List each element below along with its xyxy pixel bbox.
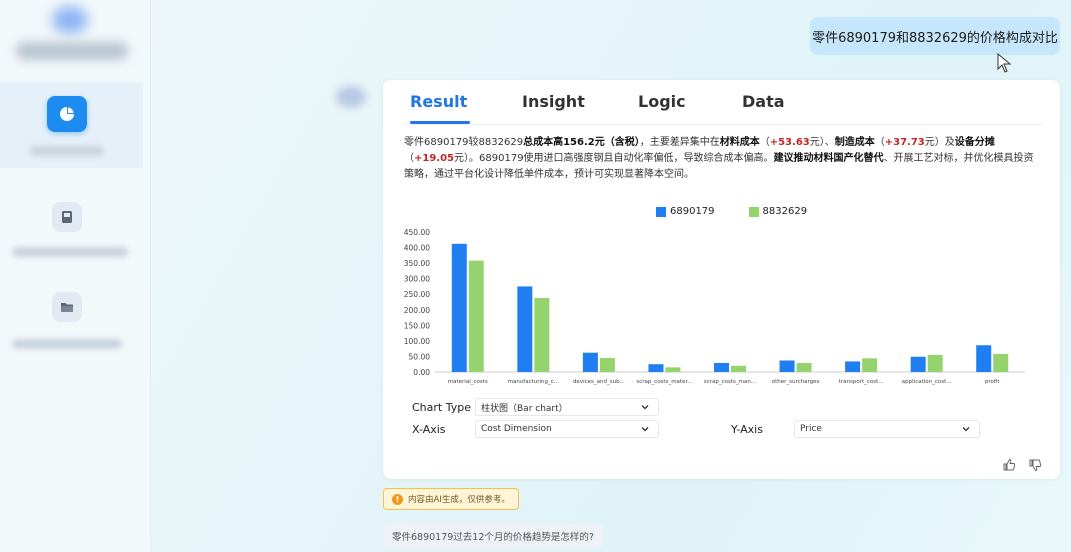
warning-icon: !	[392, 493, 403, 505]
app-logo	[52, 6, 88, 34]
ai-disclaimer-badge: ! 内容由AI生成，仅供参考。	[383, 488, 519, 510]
bar-8832629-4[interactable]	[731, 365, 746, 372]
bar-8832629-1[interactable]	[534, 297, 550, 372]
tab-data[interactable]: Data	[742, 92, 785, 111]
bar-6890179-0[interactable]	[451, 243, 467, 372]
x-tick-label: manufacturing_c...	[508, 379, 560, 385]
bar-8832629-5[interactable]	[796, 362, 812, 372]
y-tick-label: 150.00	[404, 321, 430, 330]
bar-8832629-3[interactable]	[665, 367, 681, 372]
bar-6890179-5[interactable]	[779, 360, 795, 372]
chart-type-value: 柱状图（Bar chart）	[481, 403, 568, 414]
x-tick-label: transport_cost...	[839, 379, 884, 385]
x-tick-label: other_surcharges	[772, 379, 820, 385]
sidebar-label-blurred	[12, 339, 122, 349]
x-axis-label: X-Axis	[412, 423, 446, 436]
mouse-cursor-icon	[997, 53, 1012, 73]
chart-type-label: Chart Type	[412, 401, 471, 414]
x-tick-label: material_costs	[448, 379, 488, 385]
sidebar-item-knowledge[interactable]	[52, 202, 82, 232]
sidebar-label-blurred	[30, 146, 104, 156]
bar-chart: 6890179 8832629 0.00 50.00 100.00 150.00 200…	[383, 198, 1060, 388]
tab-insight[interactable]: Insight	[522, 92, 585, 111]
book-icon	[62, 211, 72, 223]
x-tick-label: scrap_costs_mater...	[636, 379, 692, 385]
bar-8832629-8[interactable]	[993, 353, 1009, 372]
bar-8832629-6[interactable]	[862, 358, 878, 372]
thumbs-up-icon[interactable]	[1002, 458, 1016, 472]
bar-6890179-4[interactable]	[714, 362, 729, 372]
sidebar-item-files[interactable]	[52, 292, 82, 322]
y-tick-label: 50.00	[409, 352, 431, 361]
tab-logic[interactable]: Logic	[638, 92, 686, 111]
y-tick-label: 450.00	[404, 228, 430, 237]
y-tick-label: 400.00	[404, 244, 430, 253]
x-tick-label: scrap_costs_man...	[704, 379, 756, 385]
y-tick-label: 100.00	[404, 337, 430, 346]
chart-plot: 0.00 50.00 100.00 150.00 200.00 250.00 300.00 3…	[404, 228, 1025, 385]
chart-type-select[interactable]: 柱状图（Bar chart）	[475, 398, 659, 416]
result-summary: 零件6890179较8832629总成本高156.2元（含税），主要差异集中在材…	[404, 137, 1034, 180]
bar-6890179-1[interactable]	[517, 286, 533, 372]
bar-6890179-8[interactable]	[976, 345, 992, 372]
result-card: Result Insight Logic Data 零件6890179较8832…	[383, 80, 1060, 479]
pie-chart-icon[interactable]	[47, 96, 87, 132]
y-tick-label: 350.00	[404, 259, 430, 268]
bar-6890179-2[interactable]	[582, 352, 598, 372]
chevron-down-icon	[641, 427, 649, 432]
y-tick-label: 0.00	[413, 368, 430, 377]
x-axis-select[interactable]: Cost Dimension	[475, 420, 659, 438]
tab-divider	[403, 124, 1043, 125]
bar-6890179-3[interactable]	[648, 364, 664, 372]
x-tick-label: application_cost...	[902, 379, 952, 385]
app-name-blurred	[16, 42, 128, 60]
tab-result[interactable]: Result	[410, 92, 470, 124]
folder-icon	[61, 303, 73, 312]
y-tick-label: 300.00	[404, 275, 430, 284]
y-tick-label: 200.00	[404, 306, 430, 315]
chevron-down-icon	[962, 427, 970, 432]
ai-disclaimer-text: 内容由AI生成，仅供参考。	[408, 495, 510, 505]
sidebar	[0, 0, 151, 552]
y-tick-label: 250.00	[404, 290, 430, 299]
bar-6890179-6[interactable]	[845, 361, 861, 372]
suggested-question[interactable]: 零件6890179过去12个月的价格趋势是怎样的?	[383, 524, 603, 548]
y-axis-value: Price	[800, 424, 822, 434]
thumbs-down-icon[interactable]	[1028, 458, 1042, 472]
user-message-bubble: 零件6890179和8832629的价格构成对比	[810, 17, 1060, 55]
x-tick-label: profit	[985, 379, 1000, 385]
chevron-down-icon	[641, 405, 649, 410]
bar-8832629-2[interactable]	[599, 358, 615, 372]
x-axis-value: Cost Dimension	[481, 424, 552, 434]
y-axis-label: Y-Axis	[731, 423, 763, 436]
bar-8832629-0[interactable]	[468, 260, 484, 372]
y-axis-select[interactable]: Price	[794, 420, 980, 438]
bar-6890179-7[interactable]	[910, 356, 926, 372]
x-tick-label: devices_and_sub...	[573, 379, 625, 385]
bar-8832629-7[interactable]	[927, 354, 943, 372]
assistant-avatar	[336, 86, 366, 108]
sidebar-label-blurred	[12, 247, 128, 257]
